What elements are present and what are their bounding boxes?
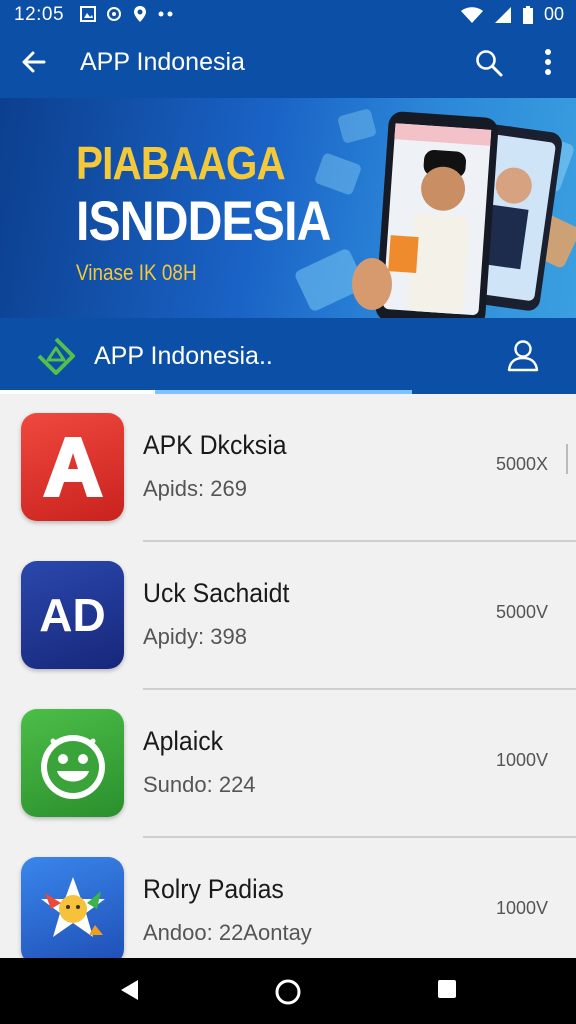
location-icon	[134, 6, 146, 22]
banner-headline-1: PIABAAGA	[76, 137, 286, 189]
app-bar-title: APP Indonesia	[80, 48, 245, 76]
app-count: 5000X	[495, 454, 548, 474]
status-right-text: 00	[543, 4, 564, 24]
list-item[interactable]: Rolry Padias Andoo: 22Aontay 1000V	[0, 838, 576, 958]
app-name: Uck Sachaidt	[143, 578, 290, 608]
app-list: APK Dkcksia Apids: 269 5000X AD Uck Sach…	[0, 394, 576, 958]
app-subtitle: Apidy: 398	[143, 624, 247, 649]
letter-a-icon	[21, 413, 124, 521]
list-item[interactable]: Aplaick Sundo: 224 1000V	[0, 690, 576, 838]
battery-icon	[522, 5, 533, 24]
ad-text-icon: AD	[21, 561, 124, 669]
back-triangle-icon[interactable]	[118, 978, 140, 1002]
list-item[interactable]: APK Dkcksia Apids: 269 5000X	[0, 394, 576, 542]
app-name: Rolry Padias	[143, 874, 284, 904]
app-count: 5000V	[495, 602, 548, 622]
app-name: APK Dkcksia	[143, 430, 287, 460]
home-circle-icon[interactable]	[274, 978, 302, 1006]
tab-bar: APP Indonesia..	[0, 318, 576, 394]
app-count: 1000V	[495, 898, 548, 918]
signal-icon	[494, 6, 511, 23]
app-icon-text: AD	[39, 589, 106, 641]
person-icon[interactable]	[506, 338, 540, 372]
scroll-indicator	[566, 444, 568, 474]
colorful-star-icon	[21, 857, 124, 958]
list-item[interactable]: AD Uck Sachaidt Apidy: 398 5000V	[0, 542, 576, 690]
wifi-icon	[460, 6, 483, 23]
banner-headline-2: ISNDDESIA	[76, 189, 331, 252]
app-subtitle: Sundo: 224	[143, 772, 256, 797]
smiley-robot-icon	[21, 709, 124, 817]
app-subtitle: Andoo: 22Aontay	[143, 920, 312, 945]
recents-square-icon[interactable]	[436, 978, 458, 1000]
banner-subline: Vinase IK 08H	[76, 260, 197, 285]
back-arrow-icon[interactable]	[20, 48, 48, 76]
app-count: 1000V	[495, 750, 548, 770]
more-vert-icon[interactable]	[542, 48, 554, 78]
tab-app-indonesia[interactable]: APP Indonesia..	[94, 342, 273, 371]
gallery-icon	[80, 6, 96, 22]
status-bar: 12:05 00	[0, 0, 576, 28]
sync-icon	[107, 7, 121, 21]
app-logo-icon	[37, 337, 75, 375]
more-dots-icon	[158, 11, 173, 17]
search-icon[interactable]	[474, 48, 504, 78]
system-nav-bar	[0, 958, 576, 1024]
promo-banner[interactable]: PIABAAGA ISNDDESIA Vinase IK 08H	[0, 98, 576, 318]
app-bar: APP Indonesia	[0, 28, 576, 98]
app-subtitle: Apids: 269	[143, 476, 247, 501]
app-name: Aplaick	[143, 726, 224, 756]
status-time: 12:05	[14, 4, 65, 25]
